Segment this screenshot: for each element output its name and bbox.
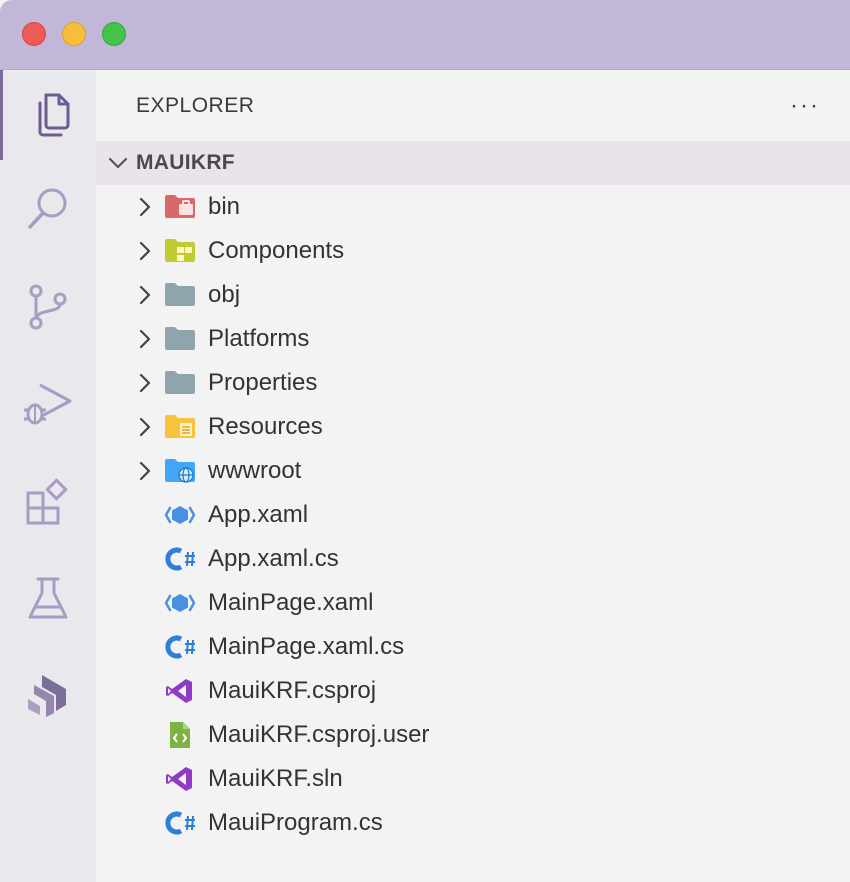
chevron-right-icon bbox=[134, 283, 156, 307]
chevron-right-icon bbox=[134, 371, 156, 395]
item-label: MauiKRF.sln bbox=[208, 765, 343, 792]
csharp-icon bbox=[164, 808, 196, 838]
item-label: Platforms bbox=[208, 325, 310, 352]
folder-item[interactable]: wwwroot bbox=[96, 449, 850, 493]
run-debug-icon bbox=[24, 383, 72, 425]
item-label: App.xaml bbox=[208, 501, 309, 528]
minimize-button[interactable] bbox=[62, 22, 86, 46]
folder-icon bbox=[164, 280, 196, 310]
item-label: MauiKRF.csproj bbox=[208, 677, 377, 704]
folder-components-icon bbox=[164, 236, 196, 266]
folder-item[interactable]: Components bbox=[96, 229, 850, 273]
file-item[interactable]: MauiProgram.cs bbox=[96, 801, 850, 845]
item-label: App.xaml.cs bbox=[208, 545, 339, 572]
item-label: Properties bbox=[208, 369, 318, 396]
item-label: obj bbox=[208, 281, 241, 308]
item-label: MauiKRF.csproj.user bbox=[208, 721, 430, 748]
file-tree: bin Components obj Platforms Properties Resou… bbox=[96, 185, 850, 845]
item-label: MauiProgram.cs bbox=[208, 809, 383, 836]
folder-item[interactable]: bin bbox=[96, 185, 850, 229]
folder-icon bbox=[164, 368, 196, 398]
item-label: MainPage.xaml.cs bbox=[208, 633, 405, 660]
csharp-icon bbox=[164, 544, 196, 574]
visual-studio-icon bbox=[164, 676, 196, 706]
folder-icon bbox=[164, 324, 196, 354]
folder-bin-icon bbox=[164, 192, 196, 222]
activity-extensions[interactable] bbox=[0, 458, 96, 548]
folder-www-icon bbox=[164, 456, 196, 486]
maximize-button[interactable] bbox=[102, 22, 126, 46]
file-item[interactable]: App.xaml bbox=[96, 493, 850, 537]
activity-run-debug[interactable] bbox=[0, 360, 96, 450]
file-item[interactable]: MauiKRF.sln bbox=[96, 757, 850, 801]
folder-item[interactable]: Resources bbox=[96, 405, 850, 449]
activity-testing[interactable] bbox=[0, 554, 96, 644]
chevron-right-icon bbox=[134, 415, 156, 439]
chevron-right-icon bbox=[134, 239, 156, 263]
activity-source-control[interactable] bbox=[0, 262, 96, 352]
explorer-header: EXPLORER ··· bbox=[96, 70, 850, 140]
more-actions-icon[interactable]: ··· bbox=[790, 92, 820, 120]
folder-resources-icon bbox=[164, 412, 196, 442]
files-icon bbox=[38, 93, 69, 137]
folder-item[interactable]: Platforms bbox=[96, 317, 850, 361]
activity-search[interactable] bbox=[0, 164, 96, 254]
activity-deploy[interactable] bbox=[0, 650, 96, 740]
item-label: wwwroot bbox=[208, 457, 302, 484]
xaml-icon bbox=[164, 500, 196, 530]
item-label: Resources bbox=[208, 413, 323, 440]
file-item[interactable]: App.xaml.cs bbox=[96, 537, 850, 581]
root-folder-row[interactable]: MAUIKRF bbox=[96, 141, 850, 185]
root-folder-name: MAUIKRF bbox=[136, 151, 235, 174]
user-file-icon bbox=[164, 720, 196, 750]
item-label: bin bbox=[208, 193, 241, 220]
chevron-right-icon bbox=[134, 459, 156, 483]
file-item[interactable]: MainPage.xaml bbox=[96, 581, 850, 625]
activity-explorer[interactable] bbox=[0, 70, 96, 160]
explorer-title: EXPLORER bbox=[136, 94, 255, 117]
xaml-icon bbox=[164, 588, 196, 618]
item-label: Components bbox=[208, 237, 345, 264]
file-item[interactable]: MauiKRF.csproj bbox=[96, 669, 850, 713]
title-bar bbox=[0, 0, 850, 70]
item-label: MainPage.xaml bbox=[208, 589, 374, 616]
deploy-icon bbox=[28, 675, 66, 717]
file-item[interactable]: MauiKRF.csproj.user bbox=[96, 713, 850, 757]
search-icon bbox=[28, 188, 67, 229]
csharp-icon bbox=[164, 632, 196, 662]
extensions-icon bbox=[26, 478, 68, 525]
chevron-right-icon bbox=[134, 195, 156, 219]
chevron-down-icon bbox=[108, 157, 128, 169]
source-control-icon bbox=[29, 284, 67, 330]
chevron-right-icon bbox=[134, 327, 156, 351]
visual-studio-icon bbox=[164, 764, 196, 794]
folder-item[interactable]: Properties bbox=[96, 361, 850, 405]
editor-window: EXPLORER ··· MAUIKRF bin Components obj Pla… bbox=[0, 0, 850, 882]
activity-bar bbox=[0, 70, 96, 882]
close-button[interactable] bbox=[22, 22, 46, 46]
file-item[interactable]: MainPage.xaml.cs bbox=[96, 625, 850, 669]
explorer-sidebar: EXPLORER ··· MAUIKRF bin Components obj Pla… bbox=[96, 70, 850, 882]
folder-item[interactable]: obj bbox=[96, 273, 850, 317]
flask-icon bbox=[28, 577, 68, 619]
